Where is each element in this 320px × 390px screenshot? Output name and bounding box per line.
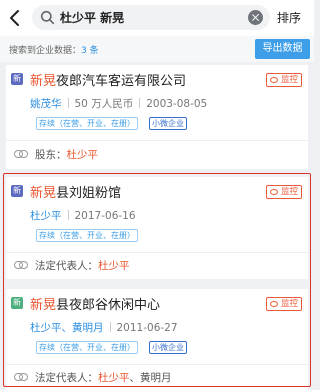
registered-capital: 50 万人民币 — [74, 98, 134, 110]
monitor-label: 监控 — [280, 299, 298, 309]
company-info: 杜少平、黄明月 2011-06-27 — [30, 320, 178, 335]
related-person-row: 法定代表人：杜少平、黄明月 — [14, 370, 172, 385]
search-icon — [40, 10, 55, 25]
legal-person-link[interactable]: 杜少平 — [30, 210, 62, 222]
legal-person-link[interactable]: 杜少平、黄明月 — [30, 322, 104, 334]
company-info: 姚茂华 50 万人民币 2003-08-05 — [30, 96, 207, 111]
company-card[interactable]: 新 新晃县夜郎谷休闲中心 监控 杜少平、黄明月 2011-06-27 存续（在营、… — [6, 289, 308, 390]
size-tag: 小微企业 — [149, 117, 187, 130]
clear-icon[interactable] — [248, 10, 263, 25]
founded-date: 2011-06-27 — [116, 322, 178, 334]
company-logo: 新 — [11, 185, 23, 197]
company-name-rest: 夜郎汽车客运有限公司 — [56, 74, 187, 89]
relation-label: 股东： — [35, 149, 67, 161]
relation-value-extra: 、黄明月 — [129, 372, 172, 384]
relation-label: 法定代表人： — [35, 372, 98, 384]
relation-value: 杜少平 — [98, 260, 130, 272]
link-icon — [14, 150, 28, 158]
eye-icon — [269, 301, 278, 307]
company-card[interactable]: 新 新晃县刘姐粉馆 监控 杜少平 2017-06-16 存续（在营、开业、在册） … — [6, 177, 308, 279]
company-name-highlight: 新晃 — [30, 186, 57, 201]
result-count: 3 条 — [81, 46, 99, 56]
company-card[interactable]: 新 新晃夜郎汽车客运有限公司 监控 姚茂华 50 万人民币 2003-08-05 存… — [6, 65, 308, 169]
status-tag: 存续（在营、开业、在册） — [36, 117, 138, 130]
company-name[interactable]: 新晃夜郎汽车客运有限公司 — [30, 70, 186, 89]
company-name-rest: 县夜郎谷休闲中心 — [56, 298, 161, 313]
search-input[interactable] — [60, 5, 240, 30]
monitor-button[interactable]: 监控 — [265, 73, 302, 87]
monitor-button[interactable]: 监控 — [265, 185, 302, 199]
company-name-highlight: 新晃 — [30, 74, 57, 89]
result-count-text: 搜索到企业数据：3 条 — [9, 43, 99, 56]
status-tag: 存续（在营、开业、在册） — [36, 229, 138, 242]
founded-date: 2017-06-16 — [74, 210, 136, 222]
search-box[interactable] — [32, 5, 270, 30]
related-person-row: 股东：杜少平 — [14, 147, 98, 162]
relation-label: 法定代表人： — [35, 260, 98, 272]
eye-icon — [269, 77, 278, 83]
relation-value: 杜少平 — [98, 372, 130, 384]
status-tag: 存续（在营、开业、在册） — [36, 341, 138, 354]
link-icon — [14, 261, 28, 269]
company-name-highlight: 新晃 — [30, 298, 57, 313]
result-summary: 搜索到企业数据：3 条 导出数据 — [0, 36, 314, 62]
size-tag: 小微企业 — [149, 341, 187, 354]
related-person-row: 法定代表人：杜少平 — [14, 258, 130, 273]
link-icon — [14, 373, 28, 381]
company-name[interactable]: 新晃县夜郎谷休闲中心 — [30, 294, 160, 313]
founded-date: 2003-08-05 — [146, 98, 208, 110]
export-data-button[interactable]: 导出数据 — [255, 39, 310, 59]
sort-button[interactable]: 排序 — [277, 9, 301, 26]
monitor-label: 监控 — [280, 75, 298, 85]
relation-value: 杜少平 — [66, 149, 99, 161]
company-info: 杜少平 2017-06-16 — [30, 208, 136, 223]
monitor-button[interactable]: 监控 — [265, 297, 302, 311]
company-logo: 新 — [11, 73, 23, 85]
eye-icon — [269, 189, 278, 195]
company-name-rest: 县刘姐粉馆 — [56, 186, 122, 201]
top-bar: 排序 — [0, 0, 314, 36]
company-name[interactable]: 新晃县刘姐粉馆 — [30, 182, 121, 201]
legal-person-link[interactable]: 姚茂华 — [30, 98, 62, 110]
company-logo: 新 — [11, 297, 23, 309]
back-arrow-icon[interactable] — [4, 7, 26, 29]
result-count-label: 搜索到企业数据： — [9, 46, 82, 56]
monitor-label: 监控 — [280, 187, 298, 197]
